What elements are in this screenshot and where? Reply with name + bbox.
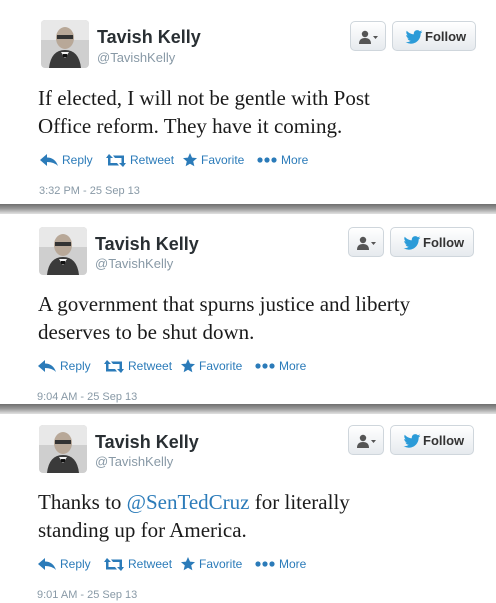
follow-label: Follow: [425, 29, 467, 44]
tweet-text: If elected, I will not be gentle with Po…: [38, 84, 478, 140]
more-label: More: [279, 557, 307, 571]
retweet-icon: [104, 557, 124, 571]
favorite-label: Favorite: [201, 153, 245, 167]
timestamp[interactable]: 3:32 PM - 25 Sep 13: [39, 185, 140, 197]
retweet-action[interactable]: Retweet: [104, 555, 172, 573]
tweet-text: Thanks to @SenTedCruz for literally stan…: [38, 488, 478, 544]
username[interactable]: @TavishKelly: [95, 256, 173, 271]
more-action[interactable]: More: [255, 555, 306, 573]
star-icon: [181, 557, 195, 571]
user-actions-button[interactable]: [348, 227, 384, 257]
more-action[interactable]: More: [257, 151, 308, 169]
reply-icon: [40, 154, 58, 166]
display-name[interactable]: Tavish Kelly: [95, 234, 199, 255]
user-actions-button[interactable]: [348, 425, 384, 455]
tweet-text-segment: for literally: [249, 490, 350, 514]
bird-icon: [403, 236, 421, 250]
user-dropdown-icon: [357, 434, 376, 448]
tweet-text-line: standing up for America.: [38, 518, 247, 542]
avatar[interactable]: [39, 227, 87, 275]
reply-icon: [38, 558, 56, 570]
tweet-card: Tavish Kelly @TavishKelly Follow If elec…: [0, 0, 496, 207]
tweet-actions: Reply Retweet Favorite More: [40, 151, 340, 169]
reply-action[interactable]: Reply: [38, 357, 91, 375]
timestamp[interactable]: 9:04 AM - 25 Sep 13: [37, 391, 137, 403]
favorite-action[interactable]: Favorite: [181, 357, 242, 375]
tweet-text-line: A government that spurns justice and lib…: [38, 292, 411, 316]
tweet-text-line: deserves to be shut down.: [38, 320, 255, 344]
username[interactable]: @TavishKelly: [97, 50, 175, 65]
favorite-label: Favorite: [199, 557, 243, 571]
retweet-label: Retweet: [128, 359, 173, 373]
timestamp[interactable]: 9:01 AM - 25 Sep 13: [37, 589, 137, 601]
more-dots-icon: [257, 157, 277, 163]
retweet-label: Retweet: [128, 557, 173, 571]
tweet-card: Tavish Kelly @TavishKelly Follow A gover…: [0, 214, 496, 407]
more-label: More: [279, 359, 307, 373]
reply-label: Reply: [62, 153, 93, 167]
more-dots-icon: [255, 561, 275, 567]
tweet-text: A government that spurns justice and lib…: [38, 290, 478, 346]
reply-action[interactable]: Reply: [38, 555, 91, 573]
reply-label: Reply: [60, 359, 91, 373]
display-name[interactable]: Tavish Kelly: [95, 432, 199, 453]
display-name[interactable]: Tavish Kelly: [97, 27, 201, 48]
star-icon: [183, 153, 197, 167]
favorite-label: Favorite: [199, 359, 243, 373]
favorite-action[interactable]: Favorite: [183, 151, 244, 169]
mention-link[interactable]: @SenTedCruz: [127, 490, 250, 514]
avatar[interactable]: [41, 20, 89, 68]
reply-icon: [38, 360, 56, 372]
retweet-label: Retweet: [130, 153, 175, 167]
tweet-card: Tavish Kelly @TavishKelly Follow Thanks …: [0, 414, 496, 603]
retweet-icon: [104, 359, 124, 373]
tweet-actions: Reply Retweet Favorite More: [38, 555, 338, 573]
user-dropdown-icon: [357, 236, 376, 250]
username[interactable]: @TavishKelly: [95, 454, 173, 469]
follow-button[interactable]: Follow: [390, 425, 474, 455]
follow-button[interactable]: Follow: [390, 227, 474, 257]
user-actions-button[interactable]: [350, 21, 386, 51]
star-icon: [181, 359, 195, 373]
user-dropdown-icon: [359, 30, 378, 44]
bird-icon: [405, 30, 423, 44]
more-label: More: [281, 153, 309, 167]
tweet-text-line: If elected, I will not be gentle with Po…: [38, 86, 370, 110]
reply-action[interactable]: Reply: [40, 151, 93, 169]
follow-label: Follow: [423, 235, 465, 250]
avatar[interactable]: [39, 425, 87, 473]
retweet-icon: [106, 153, 126, 167]
follow-label: Follow: [423, 433, 465, 448]
tweet-actions: Reply Retweet Favorite More: [38, 357, 338, 375]
more-action[interactable]: More: [255, 357, 306, 375]
retweet-action[interactable]: Retweet: [104, 357, 172, 375]
bird-icon: [403, 434, 421, 448]
more-dots-icon: [255, 363, 275, 369]
favorite-action[interactable]: Favorite: [181, 555, 242, 573]
tweet-text-line: Office reform. They have it coming.: [38, 114, 343, 138]
tweet-text-segment: Thanks to: [38, 490, 127, 514]
tweet-text-line: Thanks to @SenTedCruz for literally: [38, 488, 478, 516]
follow-button[interactable]: Follow: [392, 21, 476, 51]
reply-label: Reply: [60, 557, 91, 571]
retweet-action[interactable]: Retweet: [106, 151, 174, 169]
